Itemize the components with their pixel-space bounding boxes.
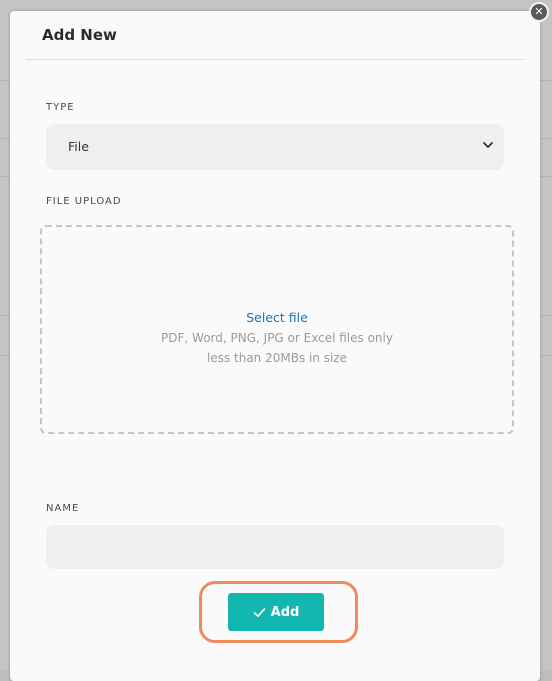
type-label: TYPE — [46, 102, 75, 113]
upload-hint-formats: PDF, Word, PNG, JPG or Excel files only — [161, 331, 393, 345]
background-divider — [540, 315, 552, 316]
type-select[interactable]: File — [46, 124, 504, 170]
add-new-modal: Add New TYPE File FILE UPLOAD Select fil… — [10, 11, 540, 681]
background-divider — [540, 355, 552, 356]
background-divider — [540, 176, 552, 177]
modal-title: Add New — [42, 26, 117, 44]
title-divider — [26, 59, 524, 60]
add-button[interactable]: Add — [228, 593, 324, 631]
add-button-label: Add — [270, 604, 300, 620]
name-label: NAME — [46, 503, 80, 514]
close-icon[interactable]: ✕ — [529, 2, 549, 22]
check-icon — [253, 607, 265, 617]
type-select-value: File — [68, 139, 89, 154]
chevron-down-icon — [483, 142, 493, 148]
file-upload-dropzone[interactable]: Select file PDF, Word, PNG, JPG or Excel… — [40, 225, 514, 434]
name-input[interactable] — [46, 525, 504, 569]
background-divider — [540, 80, 552, 81]
upload-hint-size: less than 20MBs in size — [206, 351, 348, 365]
background-divider — [540, 138, 552, 139]
select-file-link[interactable]: Select file — [42, 310, 512, 325]
file-upload-label: FILE UPLOAD — [46, 196, 122, 207]
